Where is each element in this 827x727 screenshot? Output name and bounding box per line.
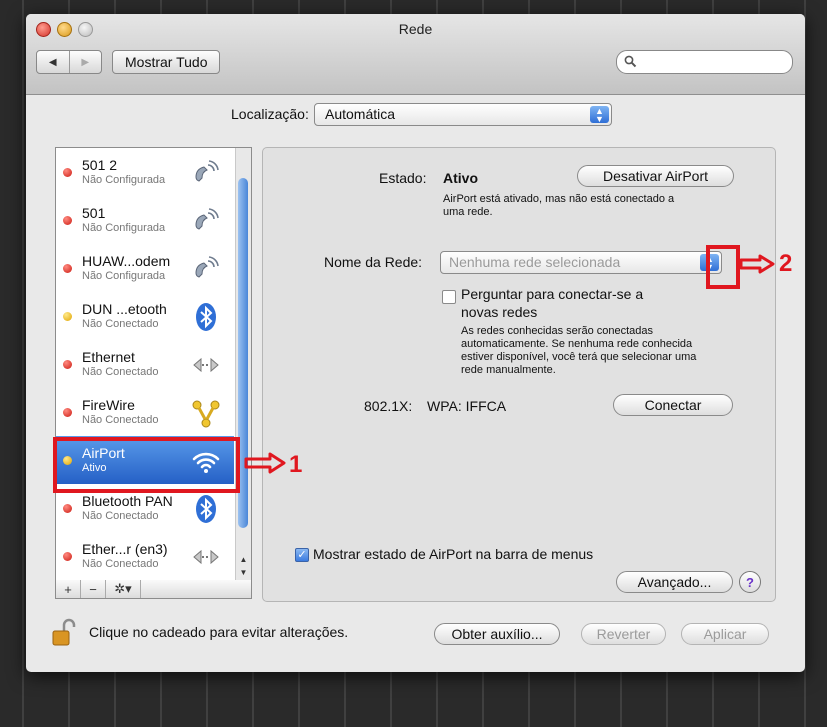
back-button[interactable]: ◀ — [37, 51, 69, 73]
status-dot — [63, 360, 72, 369]
back-forward-control: ◀ ▶ — [36, 50, 102, 74]
state-value: Ativo — [443, 170, 478, 186]
annotation-number-2: 2 — [779, 250, 793, 277]
annotation-box-1 — [53, 437, 240, 493]
auth-value: WPA: IFFCA — [427, 398, 507, 414]
service-detail-pane: Estado: Ativo Desativar AirPort AirPort … — [262, 147, 776, 602]
service-status: Não Configurada — [82, 270, 166, 282]
location-label: Localização: — [231, 106, 309, 122]
service-item-dun-etooth[interactable]: DUN ...etooth Não Conectado — [56, 292, 234, 340]
service-name: 501 2 — [82, 157, 118, 173]
scroll-down-arrow[interactable]: ▼ — [236, 566, 251, 578]
firewire-icon — [190, 397, 222, 429]
service-status: Não Configurada — [82, 174, 166, 186]
service-item-ethernet[interactable]: Ethernet Não Conectado — [56, 340, 234, 388]
phone-modem-icon — [190, 205, 222, 237]
status-dot — [63, 552, 72, 561]
connect-button[interactable]: Conectar — [613, 394, 733, 416]
annotation-number-1: 1 — [289, 451, 303, 478]
network-name-value: Nenhuma rede selecionada — [449, 254, 621, 270]
service-status: Não Conectado — [82, 414, 159, 426]
search-field[interactable] — [616, 50, 793, 74]
revert-button[interactable]: Reverter — [581, 623, 666, 645]
service-name: DUN ...etooth — [82, 301, 167, 317]
search-icon — [624, 55, 637, 68]
show-menu-status-label: Mostrar estado de AirPort na barra de me… — [313, 546, 594, 562]
ask-description-line-1: As redes conhecidas serão conectadas — [461, 325, 654, 337]
service-item-501-2[interactable]: 501 2 Não Configurada — [56, 148, 234, 196]
ethernet-icon — [190, 541, 222, 573]
service-name: Ethernet — [82, 349, 135, 365]
ask-description-line-3: estiver disponível, você terá que seleci… — [461, 351, 697, 363]
service-list-actions: + − ✲▾ — [55, 580, 252, 599]
apply-button[interactable]: Aplicar — [681, 623, 769, 645]
status-dot — [63, 216, 72, 225]
bluetooth-icon — [190, 301, 222, 333]
get-assistance-button[interactable]: Obter auxílio... — [434, 623, 560, 645]
service-status: Não Conectado — [82, 510, 159, 522]
service-item-501[interactable]: 501 Não Configurada — [56, 196, 234, 244]
show-menu-status-checkbox[interactable]: ✓ — [295, 548, 309, 562]
ask-new-networks-checkbox[interactable] — [442, 290, 456, 304]
bluetooth-icon — [190, 493, 222, 525]
service-name: Ether...r (en3) — [82, 541, 168, 557]
service-item-huaw-odem[interactable]: HUAW...odem Não Configurada — [56, 244, 234, 292]
network-preferences-window: Rede ◀ ▶ Mostrar Tudo Localização: Autom… — [26, 14, 805, 672]
lock-hint-text: Clique no cadeado para evitar alterações… — [89, 624, 349, 640]
phone-modem-icon — [190, 253, 222, 285]
service-name: Bluetooth PAN — [82, 493, 173, 509]
annotation-arrow-2-icon — [739, 254, 775, 274]
window-title: Rede — [398, 21, 433, 37]
network-name-popup[interactable]: Nenhuma rede selecionada ▲ ▼ — [440, 251, 722, 274]
ethernet-icon — [190, 349, 222, 381]
lock-icon[interactable] — [52, 618, 76, 646]
state-description-line-2: uma rede. — [443, 206, 493, 218]
popup-arrows-icon: ▲ ▼ — [590, 106, 609, 123]
gear-menu-button[interactable]: ✲▾ — [106, 580, 141, 598]
service-status: Não Conectado — [82, 366, 159, 378]
scroll-up-arrow[interactable]: ▲ — [236, 553, 251, 565]
remove-service-button[interactable]: − — [81, 580, 106, 598]
ask-new-networks-label-1: Perguntar para conectar-se a — [461, 286, 644, 302]
location-value: Automática — [325, 106, 396, 122]
service-item-firewire[interactable]: FireWire Não Conectado — [56, 388, 234, 436]
disable-airport-button[interactable]: Desativar AirPort — [577, 165, 734, 187]
title-toolbar: Rede ◀ ▶ Mostrar Tudo — [26, 14, 805, 95]
show-all-button[interactable]: Mostrar Tudo — [112, 50, 221, 74]
service-status: Não Configurada — [82, 222, 166, 234]
forward-button[interactable]: ▶ — [68, 51, 102, 73]
service-name: 501 — [82, 205, 106, 221]
network-name-label: Nome da Rede: — [324, 254, 423, 270]
service-status: Não Conectado — [82, 318, 159, 330]
state-label: Estado: — [379, 170, 427, 186]
service-item-ether-r-en3[interactable]: Ether...r (en3) Não Conectado — [56, 532, 234, 580]
phone-modem-icon — [190, 157, 222, 189]
annotation-box-2 — [706, 245, 740, 289]
ask-new-networks-label-2: novas redes — [461, 304, 538, 320]
location-popup[interactable]: Automática ▲ ▼ — [314, 103, 612, 126]
state-description-line-1: AirPort está ativado, mas não está conec… — [443, 193, 675, 205]
status-dot — [63, 264, 72, 273]
status-dot — [63, 168, 72, 177]
status-dot — [63, 504, 72, 513]
service-status: Não Conectado — [82, 558, 159, 570]
service-name: FireWire — [82, 397, 135, 413]
ask-description-line-2: automaticamente. Se nenhuma rede conheci… — [461, 338, 693, 350]
add-service-button[interactable]: + — [56, 580, 81, 598]
ask-description-line-4: rede manualmente. — [461, 364, 556, 376]
service-name: HUAW...odem — [82, 253, 171, 269]
advanced-button[interactable]: Avançado... — [616, 571, 733, 593]
status-dot — [63, 312, 72, 321]
annotation-arrow-1-icon — [244, 452, 286, 474]
service-list: 501 2 Não Configurada 501 Não Configurada HU… — [55, 147, 252, 582]
service-list-scrollbar[interactable]: ▲ ▼ — [235, 148, 251, 581]
status-dot — [63, 408, 72, 417]
help-button[interactable]: ? — [739, 571, 761, 593]
auth-label: 802.1X: — [364, 398, 413, 414]
